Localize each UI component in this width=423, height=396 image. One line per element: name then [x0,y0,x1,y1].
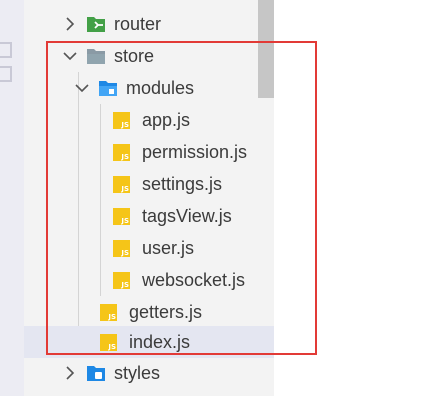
styles-folder-icon [86,364,106,382]
activity-bar-edge [0,0,24,396]
tree-item-router[interactable]: router [24,8,274,40]
chevron-right-icon [62,365,78,381]
router-folder-icon [86,15,106,33]
activity-glyph [0,42,12,58]
highlight-box [46,41,317,355]
tree-item-label: router [114,13,162,34]
activity-glyph [0,66,12,82]
chevron-right-icon [62,16,78,32]
tree-item-label: styles [114,362,161,383]
tree-item-styles[interactable]: styles [24,357,274,389]
